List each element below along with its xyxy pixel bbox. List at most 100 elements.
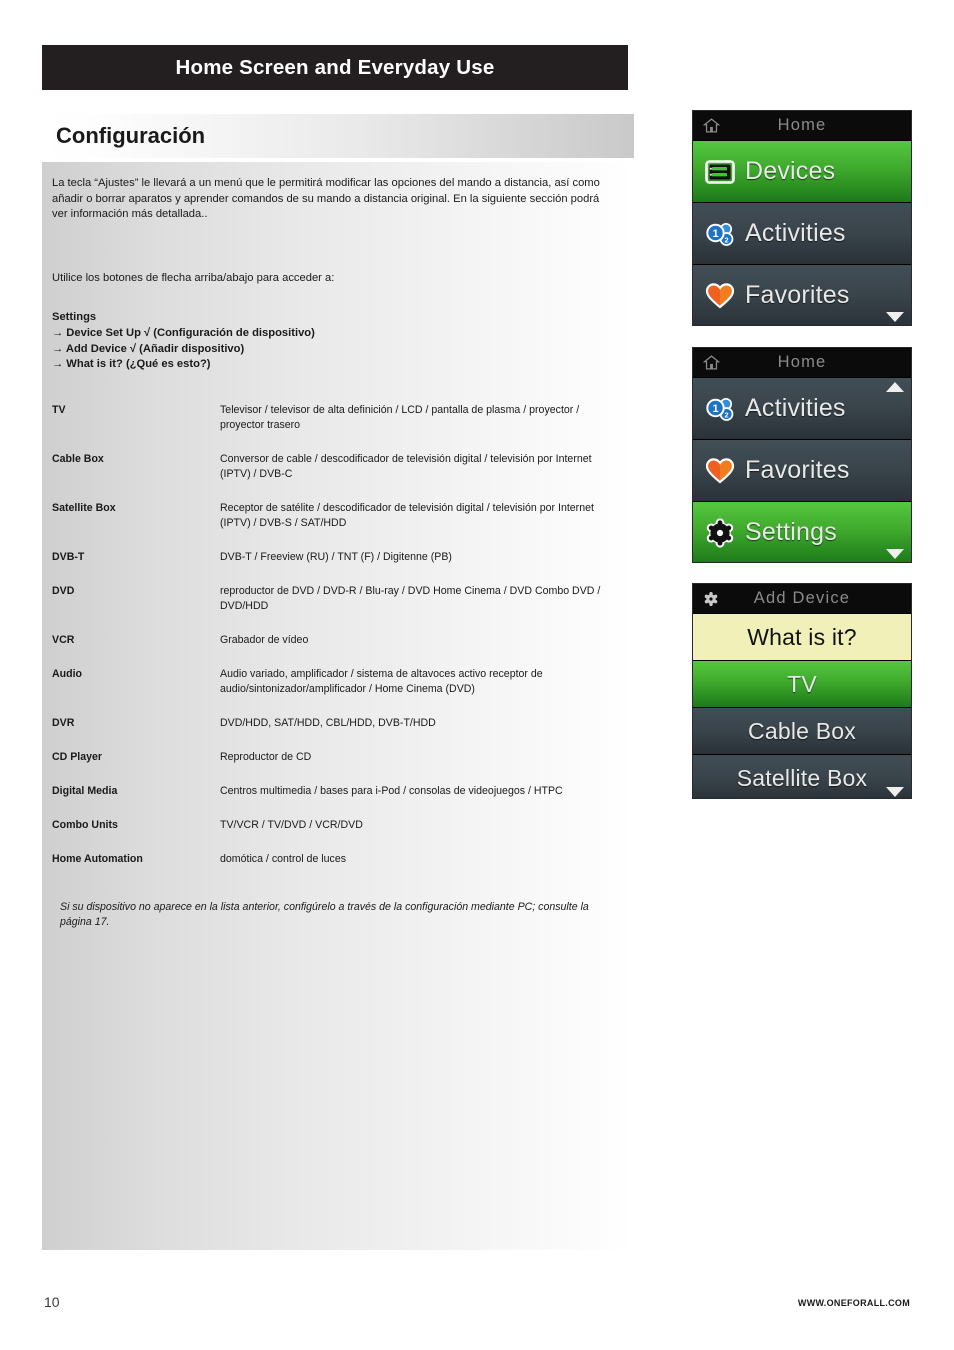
- device-types-table: TV Televisor / televisor de alta definic…: [52, 403, 610, 886]
- menu-item-settings[interactable]: Settings: [693, 501, 911, 562]
- device-definition: TV/VCR / TV/DVD / VCR/DVD: [220, 819, 363, 832]
- device-definition: Audio variado, amplificador / sistema de…: [220, 668, 543, 696]
- scroll-up-arrow-icon[interactable]: [886, 382, 904, 392]
- svg-text:1: 1: [712, 403, 718, 415]
- menu-item-devices[interactable]: Devices: [693, 140, 911, 202]
- table-row: Cable Box Conversor de cable / descodifi…: [52, 452, 610, 501]
- device-term: DVR: [52, 717, 75, 730]
- table-row: VCR Grabador de vídeo: [52, 633, 610, 667]
- scroll-down-arrow-icon[interactable]: [886, 549, 904, 559]
- menu-item-what-is-it: → What is it? (¿Qué es esto?): [52, 358, 211, 371]
- content-panel: La tecla “Ajustes” le llevará a un menú …: [42, 162, 634, 1250]
- svg-text:1: 1: [712, 228, 718, 240]
- device-term: Digital Media: [52, 785, 118, 798]
- device-term: DVD: [52, 585, 75, 598]
- home-icon: [702, 354, 720, 372]
- menu-item-favorites[interactable]: Favorites: [693, 439, 911, 501]
- footnote-text: Si su dispositivo no aparece en la lista…: [60, 901, 589, 929]
- table-row: DVB-T DVB-T / Freeview (RU) / TNT (F) / …: [52, 550, 610, 584]
- device-term: Combo Units: [52, 819, 118, 832]
- menu-item-label: Activities: [745, 394, 846, 422]
- screen-header: Add Device: [693, 584, 911, 613]
- device-definition: Conversor de cable / descodificador de t…: [220, 453, 592, 481]
- device-term: Audio: [52, 668, 83, 681]
- menu-item-label: Favorites: [745, 456, 850, 484]
- device-term: Satellite Box: [52, 502, 116, 515]
- gear-icon: [702, 590, 720, 608]
- screen-header-label: Home: [777, 353, 827, 371]
- menu-item-activities[interactable]: 2 1 Activities: [693, 202, 911, 264]
- menu-item-add-device: → Add Device √ (Añadir dispositivo): [52, 342, 245, 355]
- instruction-text: Utilice los botones de flecha arriba/aba…: [52, 271, 335, 284]
- menu-item-label: Satellite Box: [736, 764, 868, 791]
- menu-item-what-is-it[interactable]: What is it?: [693, 613, 911, 660]
- menu-item-device-setup: → Device Set Up √ (Configuración de disp…: [52, 326, 315, 339]
- table-row: DVD reproductor de DVD / DVD-R / Blu-ray…: [52, 584, 610, 633]
- section-title-band: Configuración: [42, 114, 634, 158]
- device-definition: Centros multimedia / bases para i-Pod / …: [220, 785, 563, 798]
- heart-icon: [703, 279, 737, 313]
- home-icon: [702, 117, 720, 135]
- screen-header: Home: [693, 348, 911, 377]
- table-row: Audio Audio variado, amplificador / sist…: [52, 667, 610, 716]
- menu-item-label: Devices: [745, 157, 836, 185]
- chapter-header-bar: Home Screen and Everyday Use: [42, 45, 628, 90]
- svg-text:2: 2: [724, 235, 728, 244]
- device-term: VCR: [52, 634, 75, 647]
- gear-icon: [703, 516, 737, 550]
- menu-item-label: What is it?: [747, 623, 857, 650]
- screen-header-label: Add Device: [753, 589, 851, 607]
- menu-item-label: Favorites: [745, 281, 850, 309]
- menu-item-cable-box[interactable]: Cable Box: [693, 707, 911, 754]
- device-definition: Reproductor de CD: [220, 751, 312, 764]
- menu-item-tv[interactable]: TV: [693, 660, 911, 707]
- remote-screen-add-device: Add Device What is it? TV Cable Box Sate…: [692, 583, 912, 799]
- menu-heading: Settings: [52, 311, 97, 323]
- table-row: CD Player Reproductor de CD: [52, 750, 610, 784]
- activities-bubbles-icon: 2 1: [703, 217, 737, 251]
- menu-item-label: Activities: [745, 219, 846, 247]
- scroll-down-arrow-icon[interactable]: [886, 787, 904, 797]
- device-definition: domótica / control de luces: [220, 853, 347, 866]
- menu-item-favorites[interactable]: Favorites: [693, 264, 911, 325]
- screen-header-label: Home: [777, 116, 827, 134]
- scroll-down-arrow-icon[interactable]: [886, 312, 904, 322]
- device-term: CD Player: [52, 751, 103, 764]
- section-title: Configuración: [56, 123, 206, 148]
- remote-screen-home-devices: Home Devices 2 1 Activities Favorites: [692, 110, 912, 326]
- svg-text:2: 2: [724, 410, 728, 419]
- page-number: 10: [44, 1294, 60, 1310]
- heart-icon: [703, 454, 737, 488]
- table-row: DVR DVD/HDD, SAT/HDD, CBL/HDD, DVB-T/HDD: [52, 716, 610, 750]
- table-row: Home Automation domótica / control de lu…: [52, 852, 610, 886]
- remote-screen-home-settings: Home 2 1 Activities Favorites Settings: [692, 347, 912, 563]
- menu-item-satellite-box[interactable]: Satellite Box: [693, 754, 911, 798]
- menu-item-activities[interactable]: 2 1 Activities: [693, 377, 911, 439]
- website-footer: WWW.ONEFORALL.COM: [797, 1298, 910, 1308]
- document-page: Home Screen and Everyday Use Configuraci…: [0, 0, 954, 1350]
- chapter-title: Home Screen and Everyday Use: [175, 55, 495, 79]
- device-definition: reproductor de DVD / DVD-R / Blu-ray / D…: [220, 585, 601, 613]
- activities-bubbles-icon: 2 1: [703, 392, 737, 426]
- device-term: TV: [52, 404, 66, 417]
- device-definition: DVB-T / Freeview (RU) / TNT (F) / Digite…: [220, 551, 452, 564]
- table-row: TV Televisor / televisor de alta definic…: [52, 403, 610, 452]
- device-rack-icon: [703, 155, 737, 189]
- table-row: Combo Units TV/VCR / TV/DVD / VCR/DVD: [52, 818, 610, 852]
- table-row: Digital Media Centros multimedia / bases…: [52, 784, 610, 818]
- screen-header: Home: [693, 111, 911, 140]
- menu-item-label: Settings: [745, 518, 837, 546]
- device-definition: DVD/HDD, SAT/HDD, CBL/HDD, DVB-T/HDD: [220, 717, 436, 730]
- device-definition: Grabador de vídeo: [220, 634, 309, 647]
- table-row: Satellite Box Receptor de satélite / des…: [52, 501, 610, 550]
- device-term: Home Automation: [52, 853, 143, 866]
- intro-paragraph: La tecla “Ajustes” le llevará a un menú …: [52, 177, 600, 220]
- menu-item-label: TV: [787, 670, 817, 697]
- device-term: Cable Box: [52, 453, 104, 466]
- menu-item-label: Cable Box: [748, 717, 856, 744]
- device-definition: Televisor / televisor de alta definición…: [220, 404, 580, 432]
- device-definition: Receptor de satélite / descodificador de…: [220, 502, 594, 530]
- device-term: DVB-T: [52, 551, 85, 564]
